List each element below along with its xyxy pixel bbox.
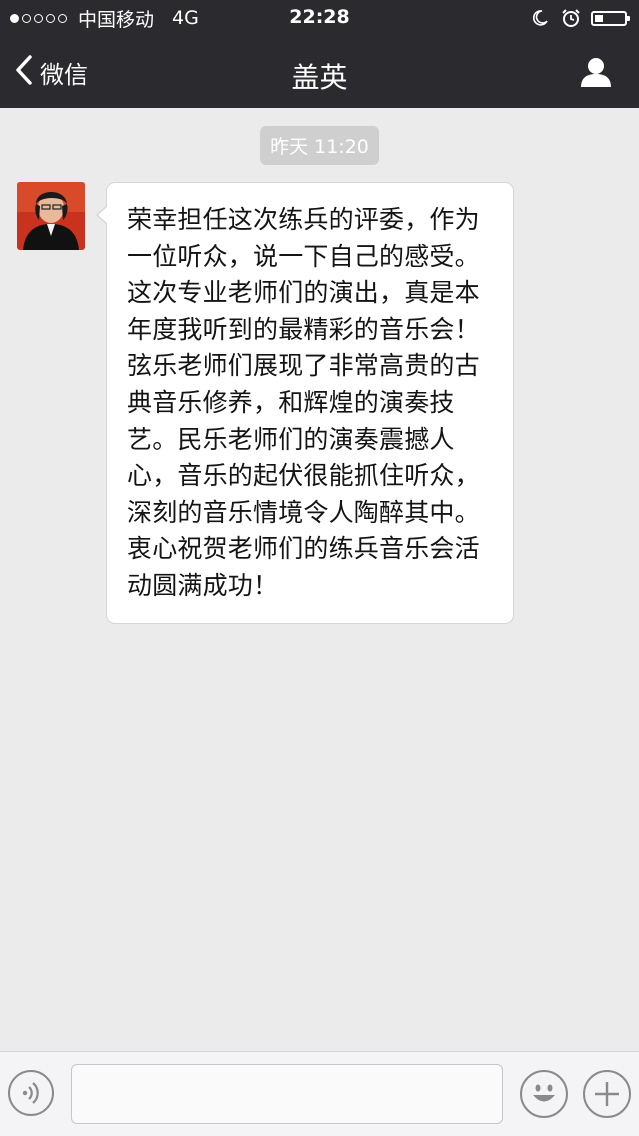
message-bubble[interactable]: 荣幸担任这次练兵的评委，作为一位听众，说一下自己的感受。这次专业老师们的演出，真…	[96, 182, 514, 624]
plus-button[interactable]	[583, 1070, 631, 1118]
message-timestamp: 昨天 11:20	[0, 126, 639, 165]
chat-title: 盖英	[291, 61, 348, 94]
voice-button[interactable]	[8, 1070, 54, 1116]
input-bar	[0, 1051, 639, 1136]
profile-button[interactable]	[579, 55, 613, 89]
status-bar: 中国移动 4G 22:28	[0, 0, 639, 36]
timestamp-label: 昨天 11:20	[260, 126, 379, 165]
chat-area[interactable]: 昨天 11:20 荣幸担任这次练兵的评委，作为一位听众，说一下自己的感受。这次专…	[0, 108, 639, 1051]
message-text: 荣幸担任这次练兵的评委，作为一位听众，说一下自己的感受。这次专业老师们的演出，真…	[127, 205, 480, 600]
message-input[interactable]	[71, 1064, 503, 1124]
avatar[interactable]	[17, 182, 85, 250]
person-icon	[579, 58, 613, 93]
alarm-icon	[561, 8, 581, 28]
emoji-button[interactable]	[520, 1070, 568, 1118]
battery-icon	[591, 10, 630, 26]
status-right	[531, 7, 630, 29]
moon-icon	[531, 9, 549, 27]
nav-bar: 微信 盖英	[0, 36, 639, 108]
